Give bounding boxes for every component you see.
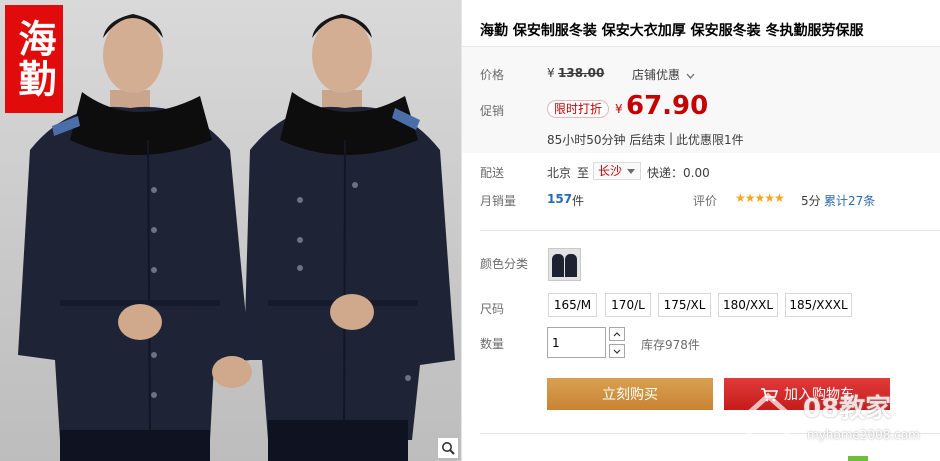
countdown-separator: | — [669, 131, 674, 145]
promo-price: 67.90 — [626, 91, 709, 121]
monthly-sales-label: 月销量 — [480, 194, 517, 208]
size-option-180[interactable]: 180/XXL — [718, 293, 778, 317]
product-image[interactable]: 海勤 — [0, 0, 462, 461]
product-photo-illustration — [18, 14, 455, 461]
quantity-label: 数量 — [480, 337, 505, 351]
caret-down-icon — [627, 169, 636, 174]
shopping-cart-icon — [761, 387, 778, 401]
add-to-cart-label: 加入购物车 — [784, 387, 854, 403]
promo-label: 促销 — [480, 104, 505, 118]
price-label: 价格 — [480, 68, 505, 82]
new-badge — [848, 456, 868, 461]
rating-stars: ★★★★★ — [735, 191, 785, 205]
buy-now-button[interactable]: 立刻购买 — [547, 378, 713, 410]
quantity-increase-button[interactable] — [609, 327, 625, 341]
promo-currency: ¥ — [615, 102, 623, 116]
shipping-label: 配送 — [480, 166, 505, 180]
shipping-to-word: 至 — [577, 166, 590, 180]
promo-countdown: 85小时50分钟 后结束 — [547, 133, 666, 147]
chevron-up-icon — [613, 331, 621, 336]
rating-total-link[interactable]: 累计27条 — [824, 192, 875, 209]
shipping-destination-select[interactable]: 长沙 — [593, 162, 642, 180]
rating-label: 评价 — [693, 194, 718, 208]
info-divider — [480, 230, 940, 231]
rating-score: 5分 — [801, 194, 821, 208]
shipping-destination: 长沙 — [598, 164, 623, 178]
magnifier-icon — [442, 442, 455, 455]
action-divider — [480, 433, 940, 434]
size-label: 尺码 — [480, 302, 505, 316]
add-to-cart-button[interactable]: 加入购物车 — [724, 378, 890, 410]
shipping-from: 北京 — [547, 166, 572, 180]
shipping-fee: 快递：0.00 — [647, 166, 710, 180]
product-title: 海勤 保安制服冬装 保安大衣加厚 保安服冬装 冬执勤服劳保服 — [480, 23, 864, 39]
original-price: 138.00 — [558, 66, 605, 80]
monthly-sales-count: 157 — [547, 192, 573, 206]
size-option-175[interactable]: 175/XL — [658, 293, 711, 317]
promo-tag: 限时打折 — [547, 100, 610, 118]
shop-promo-dropdown[interactable]: 店铺优惠 — [632, 66, 695, 83]
quantity-input[interactable] — [547, 327, 606, 358]
brand-badge: 海勤 — [5, 5, 63, 113]
color-label: 颜色分类 — [480, 257, 529, 271]
size-option-165[interactable]: 165/M — [548, 293, 597, 317]
size-option-185[interactable]: 185/XXXL — [785, 293, 852, 317]
color-option-thumbnail[interactable] — [548, 248, 581, 281]
stock-info: 库存978件 — [641, 338, 700, 352]
original-price-currency: ¥ — [547, 66, 555, 80]
monthly-sales-unit: 件 — [572, 194, 585, 208]
promo-limit: 此优惠限1件 — [676, 133, 744, 147]
chevron-down-icon — [686, 73, 695, 79]
quantity-decrease-button[interactable] — [609, 344, 625, 358]
zoom-button[interactable] — [437, 437, 459, 459]
size-option-170[interactable]: 170/L — [605, 293, 651, 317]
chevron-down-icon — [613, 349, 621, 354]
shop-promo-label: 店铺优惠 — [632, 68, 681, 82]
